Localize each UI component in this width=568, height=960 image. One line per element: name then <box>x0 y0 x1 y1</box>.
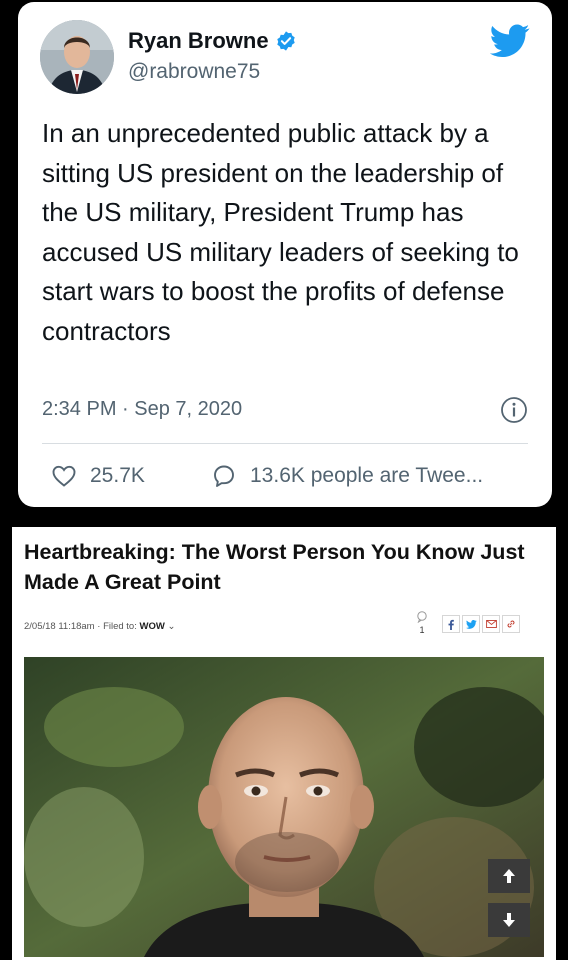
twitter-bird-icon[interactable] <box>490 24 530 58</box>
reply-button[interactable]: 13.6K people are Twee... <box>212 464 483 488</box>
author-name[interactable]: Ryan Browne <box>128 28 269 54</box>
reply-count: 13.6K people are Twee... <box>250 464 484 487</box>
share-bar <box>442 615 522 633</box>
comment-count: 1 <box>419 625 425 635</box>
email-icon[interactable] <box>482 615 500 633</box>
arrow-down-icon <box>503 913 515 927</box>
link-icon[interactable] <box>502 615 520 633</box>
filed-label: Filed to: <box>103 621 137 632</box>
scroll-down-button[interactable] <box>488 903 530 937</box>
twitter-icon[interactable] <box>462 615 480 633</box>
author-handle[interactable]: @rabrowne75 <box>128 60 260 84</box>
like-button[interactable]: 25.7K <box>52 464 145 488</box>
tweet-text: In an unprecedented public attack by a s… <box>42 118 519 346</box>
facebook-icon[interactable] <box>442 615 460 633</box>
info-icon[interactable] <box>500 396 528 424</box>
tweet-card: Ryan Browne @rabrowne75 In an unpreceden… <box>18 2 552 507</box>
chevron-down-icon[interactable]: ⌄ <box>167 621 175 632</box>
divider <box>42 443 528 444</box>
tweet-timestamp[interactable]: 2:34 PM · Sep 7, 2020 <box>42 398 242 421</box>
comment-icon <box>417 611 427 624</box>
speech-bubble-icon <box>214 465 234 487</box>
article-meta: 2/05/18 11:18am · Filed to: WOW ⌄ <box>24 621 175 632</box>
article-photo <box>24 657 554 957</box>
scroll-up-button[interactable] <box>488 859 530 893</box>
author-row: Ryan Browne <box>128 28 297 54</box>
article-card: Heartbreaking: The Worst Person You Know… <box>12 527 556 960</box>
heart-icon <box>52 465 76 487</box>
filed-tag[interactable]: WOW <box>140 621 165 632</box>
article-date: 2/05/18 11:18am <box>24 621 95 632</box>
verified-badge-icon <box>276 31 295 51</box>
article-headline[interactable]: Heartbreaking: The Worst Person You Know… <box>24 537 544 597</box>
like-count: 25.7K <box>90 464 145 487</box>
avatar[interactable] <box>40 20 114 94</box>
arrow-up-icon <box>503 869 515 883</box>
comment-counter[interactable]: 1 <box>414 611 430 637</box>
